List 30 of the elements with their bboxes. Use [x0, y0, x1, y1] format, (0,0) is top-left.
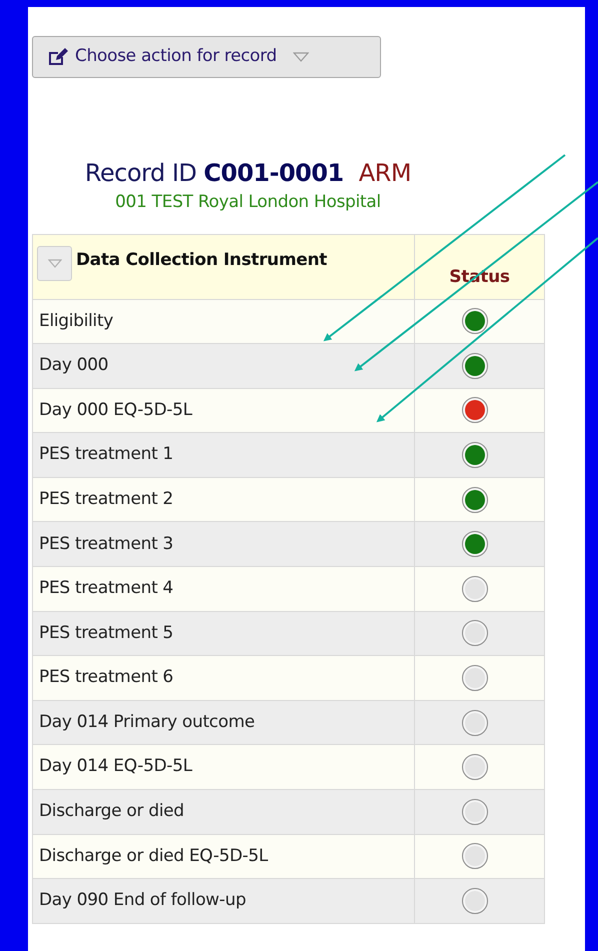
status-icon[interactable] — [460, 530, 488, 558]
instrument-cell: PES treatment 4 — [32, 566, 414, 612]
status-icon[interactable] — [460, 307, 488, 336]
caret-icon — [48, 259, 62, 268]
status-icon[interactable] — [460, 798, 488, 826]
instrument-cell: PES treatment 1 — [32, 432, 414, 478]
status-icon[interactable] — [460, 441, 488, 470]
sort-toggle-button[interactable] — [37, 246, 72, 281]
record-id-label: Record ID — [84, 159, 197, 187]
column-title: Data Collection Instrument — [76, 248, 328, 272]
status-icon[interactable] — [460, 664, 488, 692]
status-icon[interactable] — [460, 352, 488, 380]
action-dropdown-button[interactable]: Choose action for record — [32, 36, 381, 78]
instrument-cell: Day 090 End of follow-up — [32, 878, 414, 924]
arm-label: ARM — [358, 159, 412, 187]
caret-icon — [292, 52, 309, 62]
status-icon[interactable] — [460, 753, 488, 782]
status-icon[interactable] — [460, 708, 488, 737]
instrument-cell: PES treatment 6 — [32, 656, 414, 700]
edit-icon — [47, 47, 69, 67]
instrument-cell: Discharge or died — [32, 790, 414, 834]
status-icon[interactable] — [460, 619, 488, 648]
status-icon[interactable] — [460, 486, 488, 514]
status-icon[interactable] — [460, 887, 488, 916]
status-icon[interactable] — [460, 396, 488, 424]
record-id: C001-0001 — [204, 159, 344, 187]
site-name: 001 TEST Royal London Hospital — [115, 191, 381, 214]
status-icon[interactable] — [460, 574, 488, 603]
instrument-cell: Day 000 — [32, 344, 414, 388]
status-icon[interactable] — [460, 842, 488, 870]
